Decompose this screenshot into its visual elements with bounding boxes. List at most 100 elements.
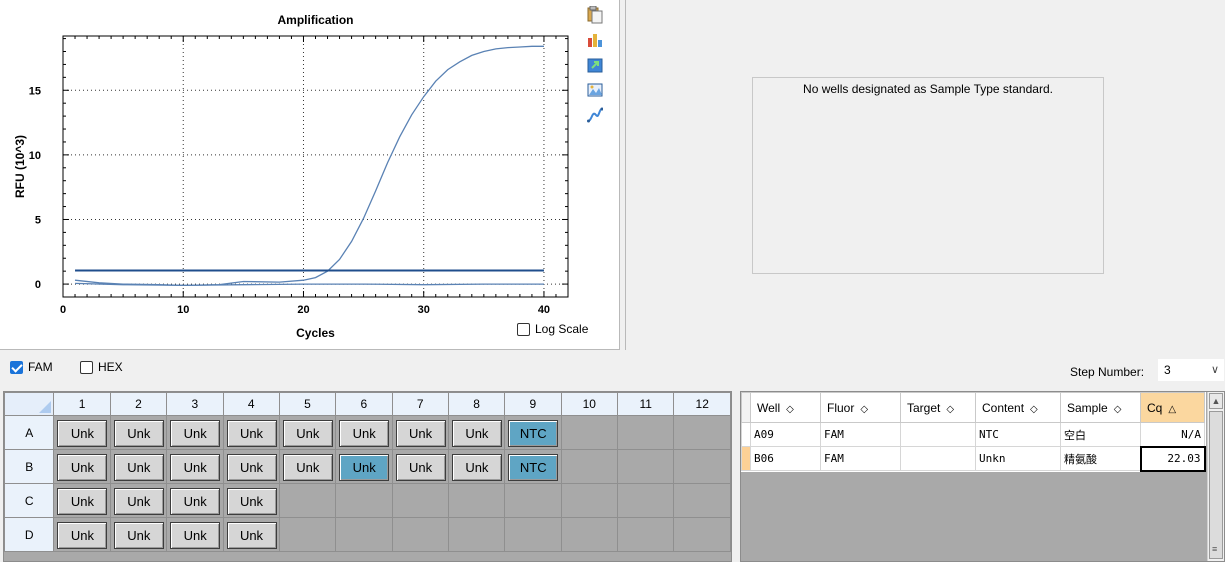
plate-cell[interactable]: Unk xyxy=(222,483,280,518)
plate-cell[interactable]: Unk xyxy=(166,517,224,552)
plate-well[interactable]: Unk xyxy=(113,488,164,515)
plate-cell[interactable] xyxy=(447,483,506,518)
column-header-well[interactable]: Well ◇ xyxy=(750,392,821,423)
plate-well[interactable]: Unk xyxy=(170,454,221,481)
plate-cell[interactable] xyxy=(278,483,337,518)
plate-row-header[interactable]: A xyxy=(3,415,55,450)
plate-well[interactable]: Unk xyxy=(113,454,164,481)
plate-cell[interactable] xyxy=(673,517,731,552)
cell-content[interactable]: NTC xyxy=(975,422,1061,447)
cell-sample[interactable]: 空白 xyxy=(1060,422,1141,447)
plate-well[interactable]: Unk xyxy=(282,454,333,481)
cell-fluor[interactable]: FAM xyxy=(820,446,901,471)
plate-well[interactable]: Unk xyxy=(57,454,108,481)
table-row[interactable]: A09 FAM NTC 空白 N/A xyxy=(741,422,1205,447)
cell-target[interactable] xyxy=(900,422,976,447)
plate-cell[interactable]: Unk xyxy=(278,449,337,484)
plate-cell[interactable] xyxy=(504,517,562,552)
cell-cq[interactable]: 22.03 xyxy=(1139,445,1206,472)
plate-cell[interactable] xyxy=(616,483,675,518)
plate-cell[interactable] xyxy=(560,449,619,484)
fam-toggle[interactable]: FAM xyxy=(10,360,53,374)
plate-well[interactable]: Unk xyxy=(226,420,277,447)
plate-cell[interactable]: Unk xyxy=(53,517,111,552)
plate-cell[interactable]: Unk xyxy=(447,449,506,484)
plate-cell[interactable]: Unk xyxy=(109,449,168,484)
chart-settings-icon[interactable] xyxy=(586,31,604,49)
plate-select-all-corner[interactable] xyxy=(3,392,55,416)
plate-cell[interactable] xyxy=(335,483,393,518)
column-header-fluor[interactable]: Fluor ◇ xyxy=(820,392,901,423)
export-icon[interactable] xyxy=(586,56,604,74)
plate-cell[interactable]: Unk xyxy=(109,517,168,552)
column-header-sample[interactable]: Sample ◇ xyxy=(1060,392,1141,423)
plate-well[interactable]: Unk xyxy=(226,522,277,549)
fam-checkbox[interactable] xyxy=(10,360,23,374)
plate-cell[interactable] xyxy=(560,517,619,552)
column-header-content[interactable]: Content ◇ xyxy=(975,392,1061,423)
plate-cell[interactable]: Unk xyxy=(447,415,506,450)
plate-row-header[interactable]: B xyxy=(3,449,55,484)
plate-well[interactable]: NTC xyxy=(508,420,559,447)
plate-well[interactable]: Unk xyxy=(57,488,108,515)
scroll-thumb[interactable]: ≡ xyxy=(1209,411,1223,559)
plate-cell[interactable]: Unk xyxy=(166,449,224,484)
plate-cell[interactable]: Unk xyxy=(53,449,111,484)
plate-cell[interactable] xyxy=(278,517,337,552)
hex-checkbox[interactable] xyxy=(80,360,93,374)
plate-cell[interactable]: Unk xyxy=(109,415,168,450)
plate-cell[interactable] xyxy=(616,415,675,450)
plate-column-header[interactable]: 2 xyxy=(109,392,168,416)
plate-cell[interactable]: Unk xyxy=(222,449,280,484)
plate-cell[interactable]: Unk xyxy=(335,449,393,484)
plate-well[interactable]: Unk xyxy=(57,420,108,447)
plate-cell[interactable]: Unk xyxy=(222,415,280,450)
log-scale-checkbox[interactable] xyxy=(517,322,530,336)
plate-column-header[interactable]: 11 xyxy=(616,392,675,416)
plate-cell[interactable]: NTC xyxy=(504,415,562,450)
plate-column-header[interactable]: 5 xyxy=(278,392,337,416)
plate-cell[interactable]: Unk xyxy=(278,415,337,450)
plate-well[interactable]: Unk xyxy=(395,420,446,447)
plate-column-header[interactable]: 9 xyxy=(504,392,562,416)
plate-cell[interactable]: Unk xyxy=(391,449,449,484)
plate-cell[interactable] xyxy=(504,483,562,518)
plate-cell[interactable] xyxy=(673,483,731,518)
plate-cell[interactable] xyxy=(335,517,393,552)
plate-well[interactable]: Unk xyxy=(170,488,221,515)
row-selector[interactable] xyxy=(741,446,751,471)
cell-content[interactable]: Unkn xyxy=(975,446,1061,471)
plate-cell[interactable]: Unk xyxy=(335,415,393,450)
plate-column-header[interactable]: 1 xyxy=(53,392,111,416)
plate-well[interactable]: Unk xyxy=(170,420,221,447)
column-header-cq[interactable]: Cq △ xyxy=(1140,392,1205,423)
plate-well[interactable]: NTC xyxy=(508,454,559,481)
plate-well[interactable]: Unk xyxy=(170,522,221,549)
plate-column-header[interactable]: 4 xyxy=(222,392,280,416)
plate-column-header[interactable]: 10 xyxy=(560,392,619,416)
cell-sample[interactable]: 精氨酸 xyxy=(1060,446,1141,471)
plate-well[interactable]: Unk xyxy=(395,454,446,481)
plate-column-header[interactable]: 7 xyxy=(391,392,449,416)
plate-cell[interactable] xyxy=(616,449,675,484)
results-vertical-scrollbar[interactable]: ▲ ≡ xyxy=(1207,392,1224,561)
plate-well[interactable]: Unk xyxy=(451,420,502,447)
plate-cell[interactable]: Unk xyxy=(53,415,111,450)
plate-column-header[interactable]: 12 xyxy=(673,392,731,416)
column-header-target[interactable]: Target ◇ xyxy=(900,392,976,423)
cell-well[interactable]: A09 xyxy=(750,422,821,447)
plate-well[interactable]: Unk xyxy=(339,454,390,481)
step-number-select[interactable]: 3 ∨ xyxy=(1158,359,1224,381)
plate-well[interactable]: Unk xyxy=(339,420,390,447)
plate-column-header[interactable]: 6 xyxy=(335,392,393,416)
plate-column-header[interactable]: 3 xyxy=(166,392,224,416)
cell-target[interactable] xyxy=(900,446,976,471)
plate-cell[interactable] xyxy=(391,517,449,552)
plate-well[interactable]: Unk xyxy=(226,454,277,481)
plate-well[interactable]: Unk xyxy=(113,522,164,549)
copy-icon[interactable] xyxy=(586,6,604,24)
plate-cell[interactable] xyxy=(447,517,506,552)
plate-cell[interactable] xyxy=(616,517,675,552)
plate-cell[interactable] xyxy=(673,449,731,484)
plate-well[interactable]: Unk xyxy=(113,420,164,447)
